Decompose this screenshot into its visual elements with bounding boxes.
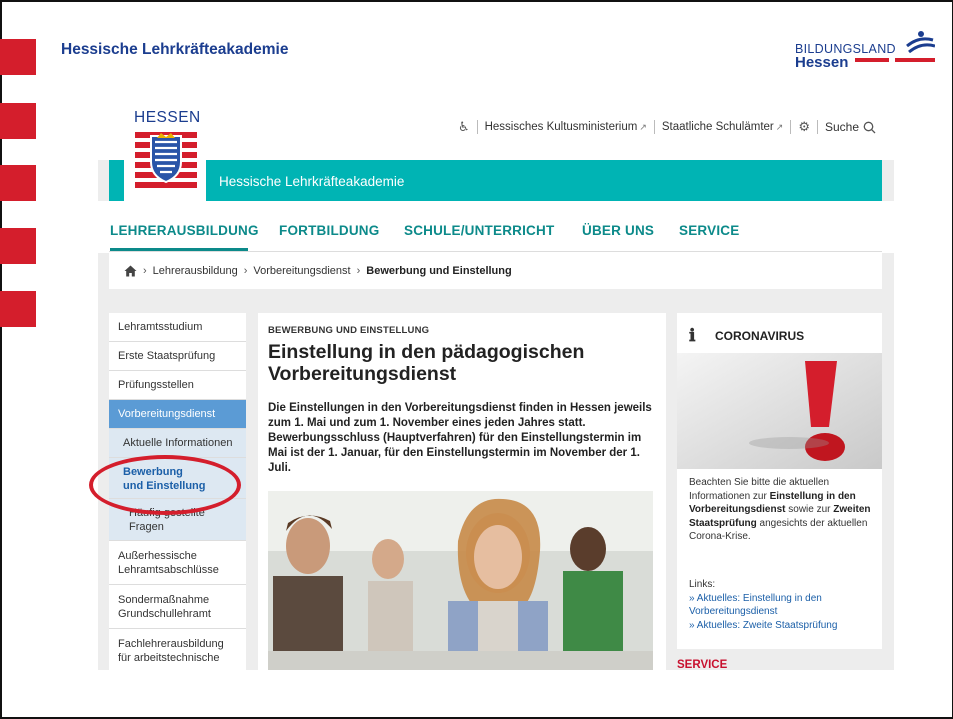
info-text-2: sowie zur [785, 504, 834, 515]
search-icon[interactable] [863, 121, 876, 134]
breadcrumb-chevron-icon: › [356, 264, 361, 277]
breadcrumb-chevron-icon: › [243, 264, 248, 277]
red-marker [0, 291, 36, 327]
nav-ueber-uns[interactable]: ÜBER UNS [582, 223, 654, 238]
main-content: BEWERBUNG UND EINSTELLUNG Einstellung in… [258, 313, 666, 670]
hessen-logo[interactable]: HESSEN [124, 100, 206, 202]
info-icon: ℹ [689, 326, 696, 346]
red-marker [0, 165, 36, 201]
breadcrumb-item[interactable]: Lehrerausbildung [153, 265, 238, 277]
info-box-links: Links: » Aktuelles: Einstellung in den V… [689, 578, 879, 632]
accessibility-icon[interactable]: ♿ [458, 119, 470, 135]
external-link-icon: ↗ [775, 121, 784, 132]
red-marker [0, 39, 36, 75]
utility-nav: ♿ Hessisches Kultusministerium ↗ Staatli… [458, 119, 876, 135]
banner-title: Hessische Lehrkräfteakademie [219, 174, 405, 189]
sidebar-item-ausserhessische[interactable]: Außerhessische Lehramtsabschlüsse [109, 541, 246, 585]
hessen-crest-icon [135, 132, 197, 188]
red-marker [0, 228, 36, 264]
nav-service[interactable]: SERVICE [679, 223, 739, 238]
highlight-circle [89, 455, 241, 515]
sidebar-item-lehramtsstudium[interactable]: Lehramtsstudium [109, 313, 246, 342]
website-screenshot: ♿ Hessisches Kultusministerium ↗ Staatli… [98, 92, 894, 670]
breadcrumb: › Lehrerausbildung › Vorbereitungsdienst… [109, 251, 882, 289]
info-box-title: CORONAVIRUS [715, 329, 805, 343]
lead-paragraph: Die Einstellungen in den Vorbereitungsdi… [268, 402, 652, 474]
divider [653, 120, 655, 134]
red-marker [0, 103, 36, 139]
breadcrumb-chevron-icon: › [143, 264, 147, 277]
divider [476, 120, 478, 134]
sidebar-item-pruefungsstellen[interactable]: Prüfungsstellen [109, 371, 246, 400]
site-banner: Hessische Lehrkräfteakademie [109, 160, 882, 201]
link-schulaemter[interactable]: Staatliche Schulämter [662, 121, 774, 133]
divider [816, 120, 818, 134]
logo-line2: Hessen [795, 54, 849, 71]
external-link-icon: ↗ [639, 121, 647, 132]
sidebar-item-vorbereitungsdienst[interactable]: Vorbereitungsdienst [109, 400, 246, 429]
link-zweite-staatspruefung[interactable]: » Aktuelles: Zweite Staatsprüfung [689, 619, 879, 633]
page-title: Einstellung in den pädagogischen Vorbere… [268, 341, 585, 385]
search-link[interactable]: Suche [825, 120, 859, 134]
nav-fortbildung[interactable]: FORTBILDUNG [279, 223, 379, 238]
nav-lehrerausbildung[interactable]: LEHRERAUSBILDUNG [110, 223, 259, 238]
students-photo [268, 491, 653, 670]
links-label: Links: [689, 579, 716, 590]
service-heading: SERVICE [677, 659, 728, 670]
link-einstellung-vorbereitungsdienst[interactable]: » Aktuelles: Einstellung in den Vorberei… [689, 592, 879, 619]
sidebar-subitem-aktuelle-informationen[interactable]: Aktuelle Informationen [109, 429, 246, 458]
site-header: ♿ Hessisches Kultusministerium ↗ Staatli… [98, 92, 894, 160]
home-icon[interactable] [124, 265, 137, 277]
exclamation-mark-image [677, 353, 882, 469]
divider [790, 120, 792, 134]
settings-gear-icon[interactable]: ⚙ [798, 119, 810, 135]
corona-info-box: ℹ CORONAVIRUS Beachten Sie bitte die akt… [677, 313, 882, 649]
info-box-header: ℹ CORONAVIRUS [689, 326, 804, 346]
slide-title: Hessische Lehrkräfteakademie [61, 41, 289, 58]
breadcrumb-current: Bewerbung und Einstellung [366, 264, 512, 277]
link-kultusministerium[interactable]: Hessisches Kultusministerium [485, 121, 638, 133]
sidebar-item-fachlehrerausbildung[interactable]: Fachlehrerausbildung für arbeitstechnisc… [109, 629, 246, 670]
main-navigation: LEHRERAUSBILDUNG FORTBILDUNG SCHULE/UNTE… [98, 201, 894, 253]
sidebar-item-sondermassnahme[interactable]: Sondermaßnahme Grundschullehramt [109, 585, 246, 629]
nav-schule-unterricht[interactable]: SCHULE/UNTERRICHT [404, 223, 554, 238]
info-box-text: Beachten Sie bitte die aktuellen Informa… [689, 476, 879, 544]
bildungsland-logo: BILDUNGSLAND Hessen [795, 31, 935, 76]
sidebar-item-erste-staatspruefung[interactable]: Erste Staatsprüfung [109, 342, 246, 371]
crest-title: HESSEN [134, 109, 201, 126]
content-kicker: BEWERBUNG UND EINSTELLUNG [268, 325, 430, 336]
logo-swoosh-icon [855, 31, 935, 62]
breadcrumb-item[interactable]: Vorbereitungsdienst [253, 265, 350, 277]
